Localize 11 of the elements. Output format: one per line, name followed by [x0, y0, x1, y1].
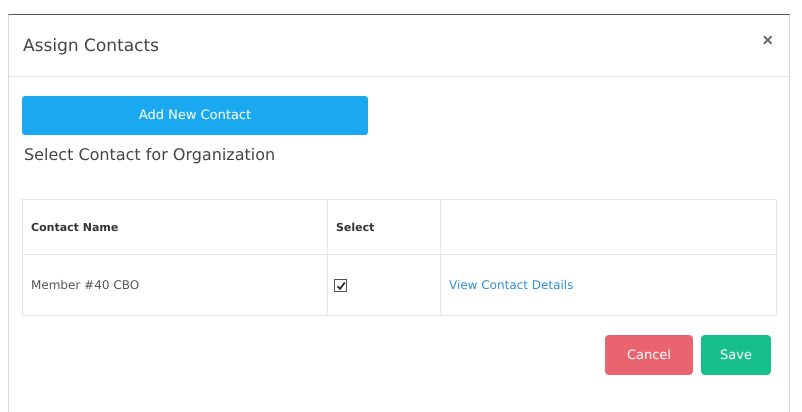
column-header: Select: [328, 200, 440, 254]
dialog-title: Assign Contacts: [23, 36, 160, 56]
checkbox[interactable]: [334, 279, 347, 292]
column-header: Contact Name: [22, 200, 328, 254]
add-contact-button[interactable]: Add New Contact: [22, 96, 368, 135]
cancel-button[interactable]: Cancel: [605, 335, 693, 375]
view-details-link[interactable]: View Contact Details: [449, 278, 574, 292]
section-heading: Select Contact for Organization: [24, 145, 276, 164]
table-cell: Member #40 CBO: [22, 254, 328, 316]
close-button[interactable]: ×: [758, 30, 777, 51]
save-button[interactable]: Save: [701, 335, 771, 375]
